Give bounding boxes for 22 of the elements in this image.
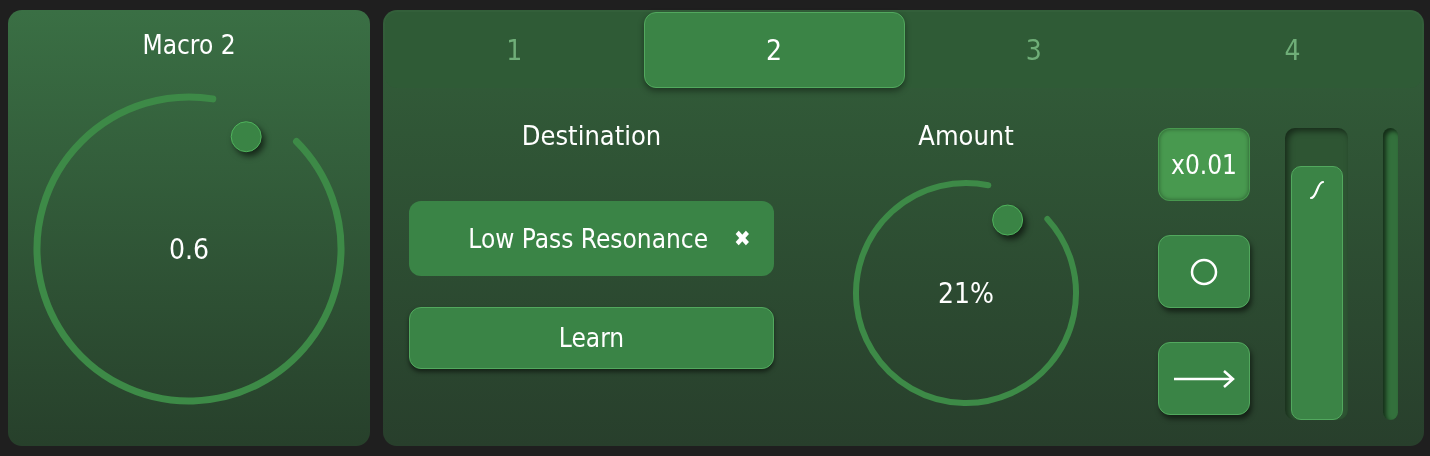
slider-track[interactable]: [1285, 128, 1348, 420]
arrow-button[interactable]: [1158, 342, 1250, 415]
macro-title: Macro 2: [142, 30, 236, 60]
destination-heading: Destination: [521, 120, 662, 151]
amount-value: 21%: [938, 276, 994, 310]
tab[interactable]: 2: [643, 12, 905, 88]
knob-handle[interactable]: [230, 121, 262, 153]
learn-button[interactable]: Learn: [409, 307, 774, 369]
destination-field[interactable]: Low Pass Resonance ✖: [409, 201, 774, 276]
tab[interactable]: 4: [1163, 12, 1422, 88]
circle-button[interactable]: [1158, 235, 1250, 308]
arrow-right-icon: [1172, 367, 1236, 390]
clear-icon[interactable]: ✖: [734, 226, 751, 251]
tab[interactable]: 3: [904, 12, 1164, 88]
amount-heading: Amount: [918, 120, 1014, 151]
macro-value: 0.6: [168, 232, 209, 266]
destination-value: Low Pass Resonance: [468, 223, 709, 254]
circle-icon: [1189, 256, 1219, 287]
tab[interactable]: 1: [385, 12, 644, 88]
slider-fill[interactable]: [1290, 165, 1343, 420]
knob-handle[interactable]: [992, 204, 1024, 236]
scale-button[interactable]: x0.01: [1158, 128, 1250, 201]
